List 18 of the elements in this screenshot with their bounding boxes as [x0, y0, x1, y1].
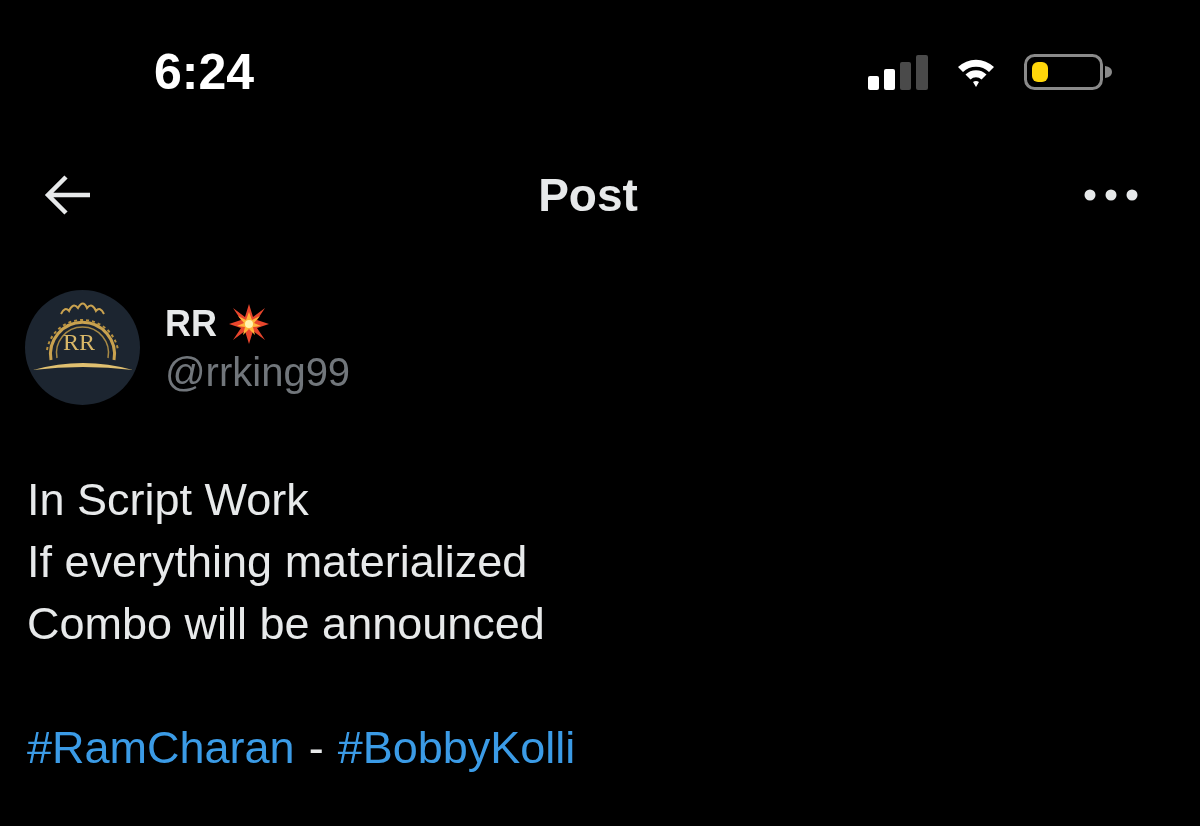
avatar-monogram: RR: [63, 330, 95, 354]
author-handle[interactable]: @rrking99: [165, 350, 351, 393]
burst-icon: [229, 303, 269, 344]
more-options-icon[interactable]: [1084, 189, 1138, 201]
avatar-logo[interactable]: RR: [25, 290, 140, 405]
wifi-icon: [958, 57, 994, 87]
post-text-line: Combo will be announced: [27, 597, 546, 651]
author-name[interactable]: RR: [165, 302, 217, 345]
post-text-line: If everything materialized: [27, 535, 529, 589]
hashtag-link[interactable]: #RamCharan: [27, 717, 295, 779]
post-text-line: In Script Work: [27, 473, 310, 527]
battery-icon: [1024, 54, 1112, 90]
page-title: Post: [537, 168, 639, 222]
hashtag-link[interactable]: #BobbyKolli: [337, 717, 576, 779]
status-time: 6:24: [154, 43, 255, 101]
hashtag-separator: -: [308, 721, 324, 775]
signal-icon: [868, 54, 928, 90]
back-arrow-icon[interactable]: [44, 174, 92, 216]
